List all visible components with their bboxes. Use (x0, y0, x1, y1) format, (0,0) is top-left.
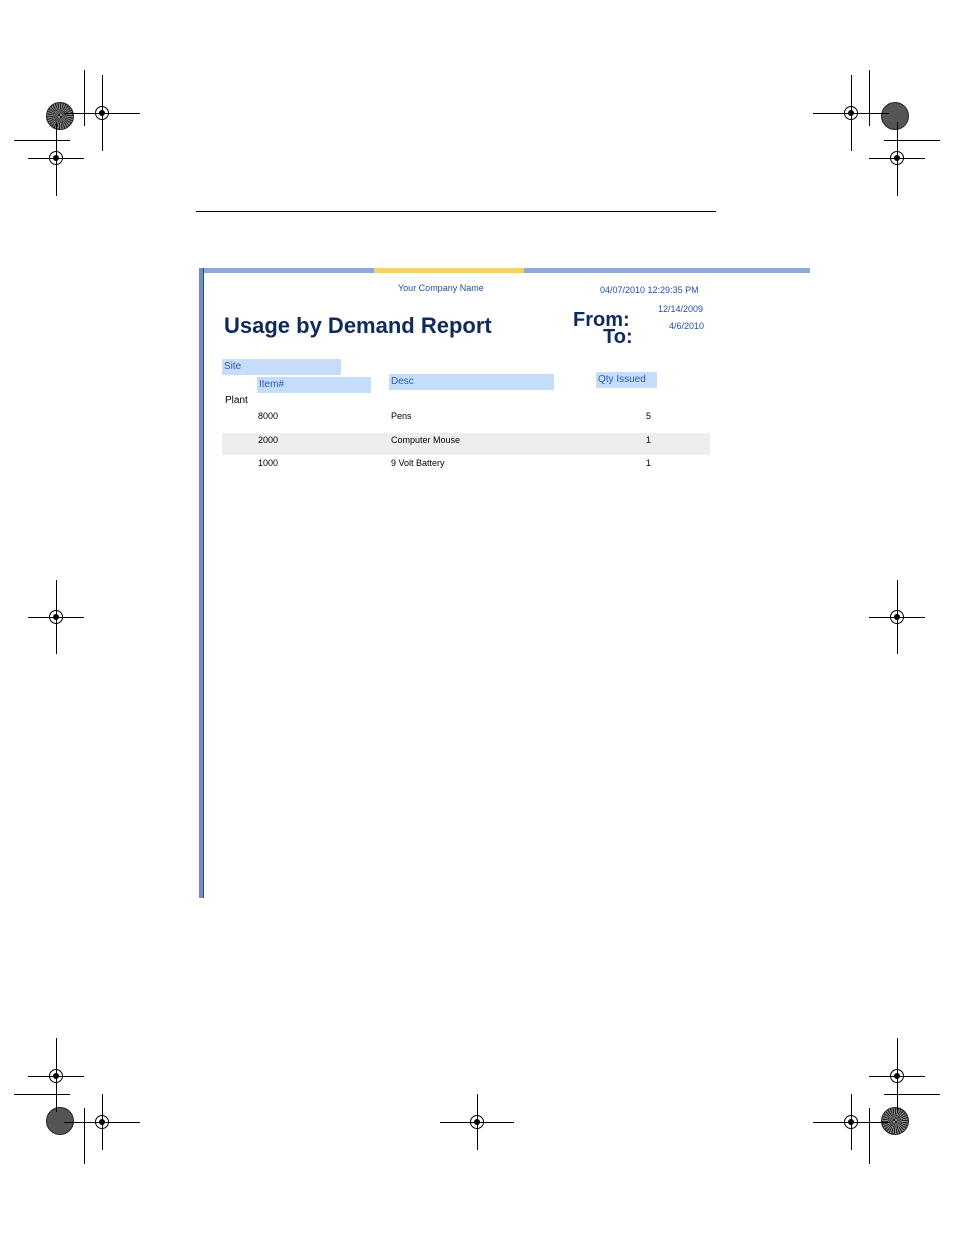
header-rule (196, 211, 716, 212)
table-row: 2000 Computer Mouse 1 (222, 433, 710, 455)
registration-burst-icon (46, 102, 74, 130)
company-name: Your Company Name (398, 283, 484, 293)
item-desc: 9 Volt Battery (391, 458, 445, 468)
column-header-item: Item# (257, 377, 371, 393)
crop-mark (884, 140, 940, 141)
crop-mark (14, 1094, 70, 1095)
crop-mark (884, 1094, 940, 1095)
qty-issued: 1 (646, 435, 652, 445)
frame-top-band (199, 268, 810, 273)
crop-mark (84, 1108, 85, 1164)
registration-burst-icon (881, 102, 909, 130)
frame-left-border (199, 268, 204, 898)
item-number: 8000 (258, 411, 279, 421)
column-header-site: Site (222, 359, 341, 375)
report-timestamp: 04/07/2010 12:29:35 PM (600, 285, 699, 295)
to-label: To: (603, 326, 633, 348)
report-title: Usage by Demand Report (224, 313, 492, 338)
crop-mark (14, 140, 70, 141)
crop-mark (869, 70, 870, 126)
qty-issued: 1 (646, 458, 652, 468)
crop-mark (869, 1108, 870, 1164)
item-desc: Pens (391, 411, 412, 421)
registration-burst-icon (46, 1107, 74, 1135)
crop-mark (84, 70, 85, 126)
item-number: 1000 (258, 458, 279, 468)
qty-issued: 5 (646, 411, 652, 421)
table-row: 8000 Pens 5 (222, 406, 710, 428)
column-header-qty: Qty Issued (596, 372, 657, 388)
from-date: 12/14/2009 (658, 304, 704, 314)
registration-burst-icon (881, 1107, 909, 1135)
table-row: 1000 9 Volt Battery 1 (222, 455, 710, 477)
to-date: 4/6/2010 (669, 321, 705, 331)
site-group-label: Plant (225, 395, 248, 406)
column-header-desc: Desc (389, 374, 554, 390)
item-number: 2000 (258, 435, 279, 445)
item-desc: Computer Mouse (391, 435, 461, 445)
